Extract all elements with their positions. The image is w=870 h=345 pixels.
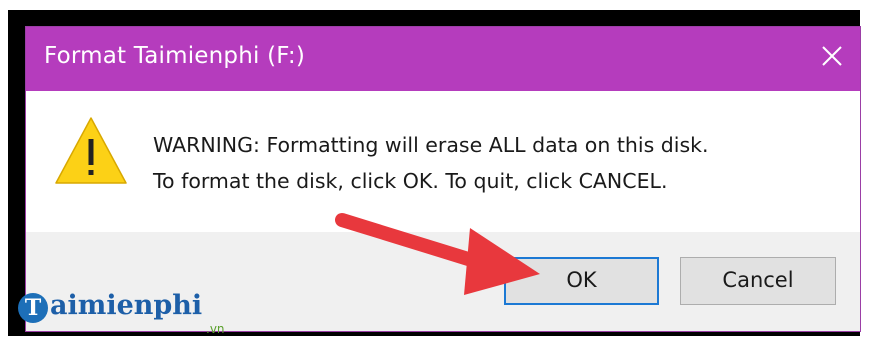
ok-button[interactable]: OK [504, 257, 659, 305]
watermark-suffix: .vn [206, 322, 225, 336]
close-icon [822, 46, 842, 66]
watermark-brand: aimienphi [50, 290, 203, 321]
watermark-logo-letter: T [24, 295, 42, 321]
close-button[interactable] [802, 27, 860, 91]
warning-triangle-icon [55, 117, 127, 184]
message-area: WARNING: Formatting will erase ALL data … [26, 91, 860, 232]
screenshot: Format Taimienphi (F:) WARNING: Formatti… [0, 0, 870, 345]
message-line-2: To format the disk, click OK. To quit, c… [153, 169, 668, 193]
watermark-logo: T [18, 293, 48, 323]
message-line-1: WARNING: Formatting will erase ALL data … [153, 133, 709, 157]
dialog-title: Format Taimienphi (F:) [44, 43, 306, 69]
cancel-button[interactable]: Cancel [680, 257, 836, 305]
warning-message: WARNING: Formatting will erase ALL data … [153, 127, 709, 199]
watermark: T aimienphi .vn [10, 283, 250, 338]
title-bar[interactable]: Format Taimienphi (F:) [26, 27, 860, 91]
